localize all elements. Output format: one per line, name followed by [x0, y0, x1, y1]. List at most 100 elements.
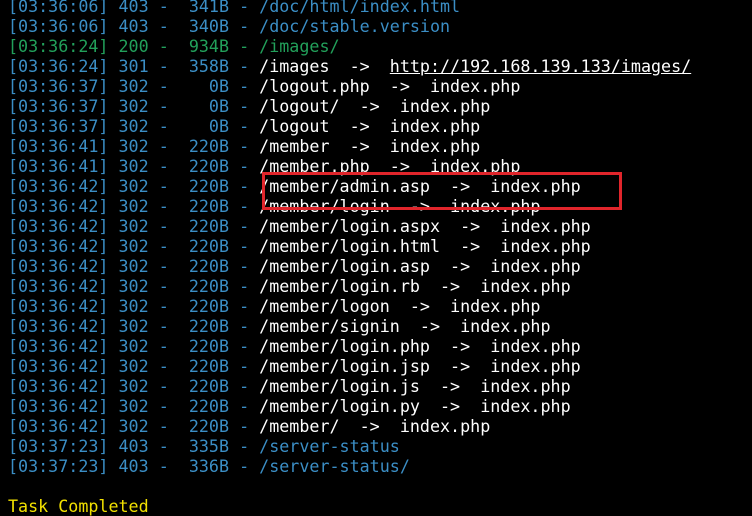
redirect-target: index.php [490, 356, 581, 376]
log-entry-text: [03:36:42] 302 - 220B - [8, 296, 260, 316]
redirect-arrow: -> [429, 336, 491, 356]
log-path: /member/login.asp [259, 256, 430, 276]
log-entry-text: [03:36:06] 403 - 341B - [8, 0, 260, 16]
redirect-target: index.php [490, 256, 581, 276]
log-path: /logout.php [259, 76, 370, 96]
redirect-arrow: -> [440, 236, 501, 256]
log-line: [03:36:42] 302 - 220B - /member/login.as… [8, 256, 752, 276]
log-path: /logout/ [259, 96, 340, 116]
log-path: /member/login.aspx [259, 216, 441, 236]
log-line: [03:36:42] 302 - 220B - /member/logon ->… [8, 296, 752, 316]
log-path: /member/login [259, 196, 390, 216]
log-entry-text: [03:36:06] 403 - 340B - [8, 16, 260, 36]
log-line: [03:36:42] 302 - 220B - /member/login.rb… [8, 276, 752, 296]
redirect-target: index.php [460, 316, 551, 336]
log-line: [03:36:06] 403 - 341B - /doc/html/index.… [8, 0, 752, 16]
redirect-target: index.php [450, 296, 541, 316]
redirect-link[interactable]: http://192.168.139.133/images/ [390, 56, 691, 76]
redirect-arrow: -> [429, 356, 491, 376]
redirect-arrow: -> [419, 396, 481, 416]
log-path: /member/login.js [259, 376, 420, 396]
redirect-arrow: -> [329, 136, 390, 156]
redirect-target: index.php [480, 396, 571, 416]
task-completed-text: Task Completed [8, 496, 149, 516]
redirect-target: index.php [500, 216, 591, 236]
redirect-target: index.php [500, 236, 591, 256]
log-entry-text: [03:36:42] 302 - 220B - [8, 376, 260, 396]
log-line: [03:36:41] 302 - 220B - /member.php -> i… [8, 156, 752, 176]
log-entry-text: [03:36:41] 302 - 220B - [8, 156, 260, 176]
log-path: /member/login.jsp [259, 356, 430, 376]
log-line: [03:36:37] 302 - 0B - /logout/ -> index.… [8, 96, 752, 116]
log-line: [03:36:41] 302 - 220B - /member -> index… [8, 136, 752, 156]
log-entry-text: [03:36:42] 302 - 220B - [8, 316, 260, 336]
redirect-arrow: -> [429, 176, 491, 196]
redirect-arrow: -> [419, 276, 481, 296]
redirect-arrow: -> [329, 116, 390, 136]
log-line: [03:36:42] 302 - 220B - /member/login.js… [8, 356, 752, 376]
log-line: [03:37:23] 403 - 335B - /server-status [8, 436, 752, 456]
log-entry-text: [03:36:41] 302 - 220B - [8, 136, 260, 156]
redirect-target: index.php [389, 136, 481, 156]
log-lines: [03:36:06] 403 - 341B - /doc/html/index.… [8, 0, 752, 476]
redirect-arrow: -> [339, 96, 400, 116]
log-entry-text: [03:37:23] 403 - 335B - [8, 436, 260, 456]
log-entry-text: [03:36:24] 301 - 358B - [8, 56, 260, 76]
log-entry-text: [03:36:24] 200 - 934B - [8, 36, 260, 56]
redirect-target: index.php [389, 116, 481, 136]
log-line: [03:36:42] 302 - 220B - /member/signin -… [8, 316, 752, 336]
log-entry-text: [03:36:42] 302 - 220B - [8, 236, 260, 256]
log-entry-text: [03:36:42] 302 - 220B - [8, 416, 260, 436]
log-entry-text: [03:37:23] 403 - 336B - [8, 456, 260, 476]
redirect-target: index.php [480, 276, 571, 296]
log-line: [03:36:42] 302 - 220B - /member/login.as… [8, 216, 752, 236]
log-path: /server-status/ [259, 456, 410, 476]
log-line: [03:36:06] 403 - 340B - /doc/stable.vers… [8, 16, 752, 36]
log-entry-text: [03:36:42] 302 - 220B - [8, 276, 260, 296]
log-path: /server-status [259, 436, 400, 456]
log-path: /member/login.php [259, 336, 430, 356]
log-path: /member [259, 136, 330, 156]
log-path: /member/login.html [259, 236, 441, 256]
redirect-arrow: -> [389, 296, 451, 316]
log-line: [03:36:24] 200 - 934B - /images/ [8, 36, 752, 56]
redirect-target: index.php [429, 156, 521, 176]
log-line: [03:36:42] 302 - 220B - /member/login.js… [8, 376, 752, 396]
redirect-arrow: -> [389, 196, 451, 216]
log-line: [03:36:37] 302 - 0B - /logout.php -> ind… [8, 76, 752, 96]
log-path: /images/ [259, 36, 340, 56]
log-entry-text: [03:36:42] 302 - 220B - [8, 356, 260, 376]
log-path: /member/signin [259, 316, 400, 336]
log-line: [03:36:42] 302 - 220B - /member/ -> inde… [8, 416, 752, 436]
log-line: [03:36:24] 301 - 358B - /images -> http:… [8, 56, 752, 76]
log-entry-text: [03:36:42] 302 - 220B - [8, 396, 260, 416]
log-line: [03:36:42] 302 - 220B - /member/login.ht… [8, 236, 752, 256]
redirect-target: index.php [429, 76, 521, 96]
log-line: [03:36:42] 302 - 220B - /member/admin.as… [8, 176, 752, 196]
log-line: [03:36:42] 302 - 220B - /member/login ->… [8, 196, 752, 216]
redirect-arrow: -> [339, 416, 400, 436]
redirect-arrow: -> [429, 256, 491, 276]
terminal-output: [03:36:06] 403 - 341B - /doc/html/index.… [8, 0, 752, 516]
log-path: /doc/html/index.html [259, 0, 461, 16]
redirect-arrow: -> [440, 216, 501, 236]
log-path: /images [259, 56, 330, 76]
log-entry-text: [03:36:42] 302 - 220B - [8, 216, 260, 236]
redirect-target: index.php [480, 376, 571, 396]
log-line: [03:36:42] 302 - 220B - /member/login.ph… [8, 336, 752, 356]
log-entry-text: [03:36:37] 302 - 0B - [8, 116, 260, 136]
log-entry-text: [03:36:42] 302 - 220B - [8, 176, 260, 196]
log-entry-text: [03:36:37] 302 - 0B - [8, 96, 260, 116]
log-line: [03:36:42] 302 - 220B - /member/login.py… [8, 396, 752, 416]
log-entry-text: [03:36:37] 302 - 0B - [8, 76, 260, 96]
redirect-target: index.php [490, 176, 581, 196]
log-path: /member.php [259, 156, 370, 176]
log-path: /member/login.py [259, 396, 420, 416]
redirect-arrow: -> [329, 56, 390, 76]
log-entry-text: [03:36:42] 302 - 220B - [8, 196, 260, 216]
redirect-arrow: -> [399, 316, 461, 336]
redirect-target: index.php [399, 416, 491, 436]
log-line: [03:37:23] 403 - 336B - /server-status/ [8, 456, 752, 476]
redirect-target: index.php [399, 96, 491, 116]
